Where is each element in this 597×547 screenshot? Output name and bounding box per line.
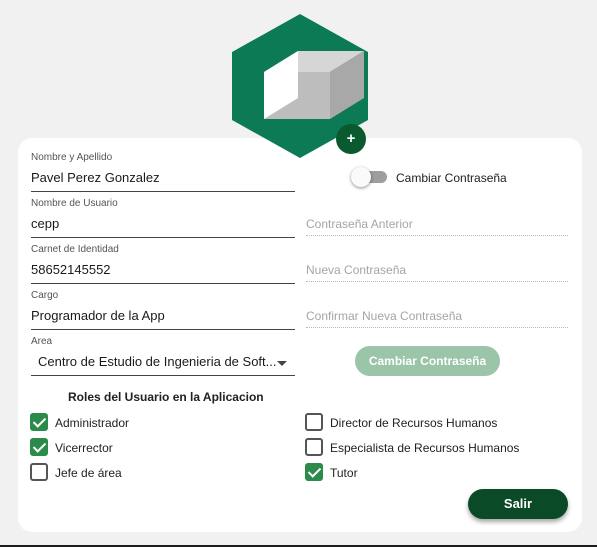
id-card-field[interactable]: Carnet de Identidad 58652145552: [31, 244, 295, 284]
old-password-input[interactable]: Contraseña Anterior: [306, 214, 568, 236]
position-value: Programador de la App: [31, 308, 165, 323]
role-label-especialista-rrhh: Especialista de Recursos Humanos: [330, 441, 520, 455]
area-label: Area: [31, 336, 53, 347]
area-select[interactable]: Area Centro de Estudio de Ingenieria de …: [31, 336, 295, 376]
role-checkbox-vicerrector[interactable]: [30, 438, 48, 456]
name-label: Nombre y Apellido: [31, 152, 113, 163]
role-label-vicerrector: Vicerrector: [55, 441, 113, 455]
old-password-placeholder: Contraseña Anterior: [306, 217, 413, 231]
position-label: Cargo: [31, 290, 59, 301]
add-photo-button[interactable]: +: [336, 124, 366, 154]
position-field[interactable]: Cargo Programador de la App: [31, 290, 295, 330]
toggle-knob[interactable]: [351, 167, 371, 187]
role-checkbox-tutor[interactable]: [305, 463, 323, 481]
confirm-password-placeholder: Confirmar Nueva Contraseña: [306, 309, 463, 323]
chevron-down-icon[interactable]: [277, 361, 287, 366]
role-checkbox-administrador[interactable]: [30, 413, 48, 431]
role-checkbox-jefe-de-area[interactable]: [30, 463, 48, 481]
roles-title: Roles del Usuario en la Aplicacion: [68, 390, 264, 404]
role-checkbox-director-rrhh[interactable]: [305, 413, 323, 431]
id-card-value: 58652145552: [31, 262, 111, 277]
username-field[interactable]: Nombre de Usuario cepp: [31, 198, 295, 238]
new-password-placeholder: Nueva Contraseña: [306, 263, 407, 277]
name-value: Pavel Perez Gonzalez: [31, 170, 160, 185]
exit-button[interactable]: Salir: [468, 489, 568, 519]
id-card-label: Carnet de Identidad: [31, 244, 119, 255]
change-password-toggle-label: Cambiar Contraseña: [396, 171, 507, 185]
role-label-tutor: Tutor: [330, 466, 358, 480]
new-password-input[interactable]: Nueva Contraseña: [306, 260, 568, 282]
role-label-jefe-de-area: Jefe de área: [55, 466, 122, 480]
username-value: cepp: [31, 216, 60, 231]
username-label: Nombre de Usuario: [31, 198, 118, 209]
role-label-director-rrhh: Director de Recursos Humanos: [330, 416, 498, 430]
area-value: Centro de Estudio de Ingenieria de Soft.…: [38, 354, 277, 369]
role-checkbox-especialista-rrhh[interactable]: [305, 438, 323, 456]
name-field[interactable]: Nombre y Apellido Pavel Perez Gonzalez: [31, 152, 295, 192]
change-password-button[interactable]: Cambiar Contraseña: [355, 346, 500, 376]
confirm-password-input[interactable]: Confirmar Nueva Contraseña: [306, 306, 568, 328]
role-label-administrador: Administrador: [55, 416, 130, 430]
